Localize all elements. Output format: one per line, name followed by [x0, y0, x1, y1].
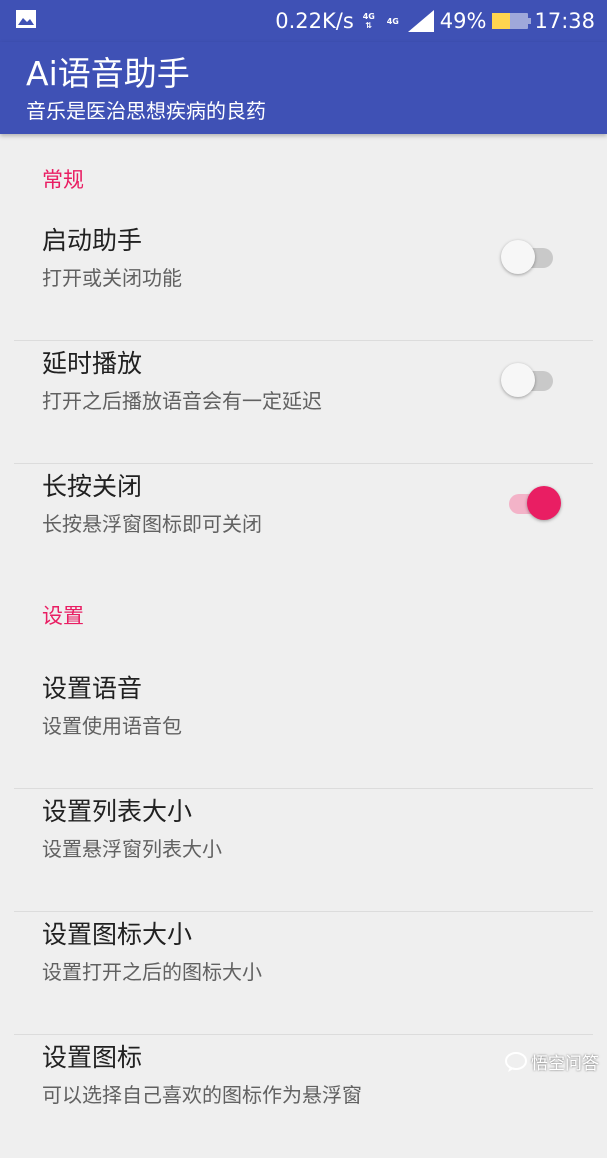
pref-title: 延时播放 [42, 347, 142, 381]
app-bar: Ai语音助手 音乐是医治思想疾病的良药 [0, 42, 607, 134]
pref-title: 启动助手 [42, 224, 142, 258]
preferences-list: 常规 启动助手 打开或关闭功能 延时播放 打开之后播放语音会有一定延迟 长按关闭… [0, 134, 607, 1158]
network-label-1: 4G [360, 12, 378, 21]
pref-summary: 打开之后播放语音会有一定延迟 [42, 387, 322, 415]
network-label-2: 4G [384, 17, 402, 26]
status-right: 0.22K/s 4G ⇅ 4G 49% 17:38 [275, 0, 595, 42]
pref-title: 设置语音 [42, 672, 142, 706]
chat-bubble-icon [505, 1052, 527, 1072]
data-arrows-icon: 4G ⇅ [360, 9, 378, 33]
pref-summary: 设置使用语音包 [42, 712, 182, 740]
category-general: 常规 [0, 134, 607, 218]
pref-title: 设置列表大小 [42, 795, 192, 829]
battery-fill [492, 13, 510, 29]
start-assistant-switch[interactable] [501, 240, 561, 274]
watermark: 悟空问答 [505, 1049, 599, 1074]
pref-summary: 设置悬浮窗列表大小 [42, 835, 222, 863]
battery-percent: 49% [440, 9, 487, 33]
app-subtitle: 音乐是医治思想疾病的良药 [26, 98, 266, 124]
long-press-close-switch[interactable] [501, 486, 561, 520]
pref-summary: 设置打开之后的图标大小 [42, 958, 262, 986]
clock: 17:38 [534, 9, 595, 33]
network-type-icon: 4G [384, 9, 402, 33]
pref-summary: 长按悬浮窗图标即可关闭 [42, 510, 262, 538]
pref-start-assistant[interactable]: 启动助手 打开或关闭功能 [0, 218, 607, 341]
net-speed: 0.22K/s [275, 9, 354, 33]
pref-title: 设置图标大小 [42, 918, 192, 952]
pref-set-icon-size[interactable]: 设置图标大小 设置打开之后的图标大小 [0, 912, 607, 1035]
pref-set-list-size[interactable]: 设置列表大小 设置悬浮窗列表大小 [0, 789, 607, 912]
pref-long-press-close[interactable]: 长按关闭 长按悬浮窗图标即可关闭 [0, 464, 607, 576]
battery-icon [492, 13, 528, 29]
pref-delayed-playback[interactable]: 延时播放 打开之后播放语音会有一定延迟 [0, 341, 607, 464]
pref-set-voice[interactable]: 设置语音 设置使用语音包 [0, 666, 607, 789]
status-bar: 0.22K/s 4G ⇅ 4G 49% 17:38 [0, 0, 607, 42]
pref-summary: 可以选择自己喜欢的图标作为悬浮窗 [42, 1081, 362, 1109]
pref-summary: 打开或关闭功能 [42, 264, 182, 292]
app-title: Ai语音助手 [26, 54, 190, 94]
pref-title: 长按关闭 [42, 470, 142, 504]
category-settings: 设置 [0, 576, 607, 666]
delayed-playback-switch[interactable] [501, 363, 561, 397]
gallery-icon [16, 10, 36, 28]
pref-title: 设置图标 [42, 1041, 142, 1075]
watermark-text: 悟空问答 [531, 1049, 599, 1074]
signal-icon [408, 10, 434, 32]
